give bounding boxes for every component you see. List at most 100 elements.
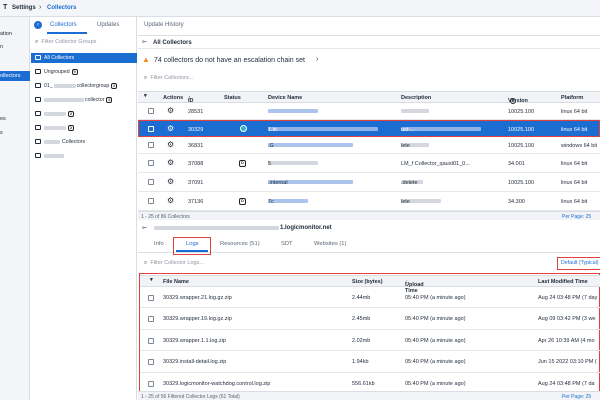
collector-search[interactable]: ⌕ Filter Collectors...: [144, 75, 193, 82]
tab-updates[interactable]: Updates: [97, 22, 119, 28]
folder-icon: [35, 55, 41, 60]
row-checkbox[interactable]: [148, 359, 154, 365]
col-actions: Actions: [163, 95, 184, 101]
top-bar: T Settings › Collectors: [0, 0, 600, 17]
group-item[interactable]: 2: [31, 123, 137, 133]
col-size[interactable]: Size (bytes): [352, 279, 383, 285]
row-checkbox[interactable]: [148, 126, 154, 132]
logs-count: 1 - 25 of 56 Filtered Collector Logs (61…: [141, 394, 240, 400]
col-file-name[interactable]: File Name: [163, 279, 189, 285]
gear-icon[interactable]: ⚙: [167, 196, 174, 205]
col-description[interactable]: Description: [401, 95, 431, 101]
per-page-select[interactable]: Per Page: 25: [562, 214, 591, 220]
left-nav: ation n ollectors es s: [0, 17, 30, 400]
count-badge: 2: [68, 124, 74, 131]
group-item[interactable]: [31, 151, 137, 161]
folder-icon: [35, 111, 41, 116]
folder-icon: [35, 83, 41, 88]
count-badge: 9: [71, 68, 78, 75]
tab-sdt[interactable]: SDT: [281, 241, 293, 247]
redacted-text: [44, 111, 66, 116]
row-checkbox[interactable]: [148, 338, 154, 344]
nav-item[interactable]: es: [0, 116, 6, 122]
row-checkbox[interactable]: [148, 198, 154, 204]
group-item-all-collectors[interactable]: All Collectors: [31, 53, 137, 63]
gear-icon[interactable]: ⚙: [167, 158, 174, 167]
col-status[interactable]: Status: [224, 95, 241, 101]
row-checkbox[interactable]: [148, 295, 154, 301]
folder-icon: [35, 97, 41, 102]
escalation-alert[interactable]: ▲ 74 collectors do not have an escalatio…: [138, 54, 600, 68]
group-item[interactable]: Ungrouped 9: [31, 67, 137, 77]
table-row[interactable]: 30329.wrapper.21.log.gz.zip 2.44mb 05:40…: [140, 287, 600, 308]
group-item[interactable]: collector 2: [31, 95, 137, 105]
breadcrumb-collectors[interactable]: Collectors: [47, 5, 76, 11]
table-row[interactable]: 30329.install-detail.log.zip 1.94kb 05:4…: [140, 351, 600, 373]
row-checkbox[interactable]: [148, 160, 154, 166]
default-sort-select[interactable]: Default (Typical): [561, 260, 598, 266]
alert-text: 74 collectors do not have an escalation …: [154, 57, 305, 64]
group-search-input[interactable]: Filter Collector Groups: [41, 39, 96, 45]
collectors-count: 1 - 25 of 86 Collectors: [141, 214, 190, 220]
search-icon: ⌕: [35, 39, 39, 45]
tab-update-history[interactable]: Update History: [144, 22, 184, 28]
redacted-text: [44, 97, 84, 102]
logs-search-input[interactable]: Filter Collector Logs...: [150, 260, 204, 266]
count-badge: 2: [68, 110, 74, 117]
collapse-panel-icon[interactable]: ‹: [34, 21, 42, 29]
table-row[interactable]: 30329.wrapper.1.1.log.zip 2.02mb 05:40 P…: [140, 330, 600, 351]
tab-info[interactable]: Info: [154, 241, 164, 247]
select-all-icon[interactable]: ▾: [144, 93, 147, 99]
nav-item[interactable]: n: [0, 44, 3, 50]
collectors-footer: 1 - 25 of 86 Collectors Per Page: 25: [138, 211, 600, 220]
status-badge-icon: D: [239, 198, 246, 205]
col-device-name[interactable]: Device Name: [268, 95, 302, 101]
logs-per-page-select[interactable]: Per Page: 25: [562, 394, 591, 400]
table-row[interactable]: ⚙ 28531 10025.100 linux 64 bit: [138, 103, 600, 120]
col-upload-time[interactable]: Upload Time ↓: [405, 279, 424, 294]
tab-collectors[interactable]: Collectors: [50, 22, 77, 28]
tab-active-indicator: [47, 32, 87, 34]
tab-websites[interactable]: Websites (1): [314, 241, 346, 247]
row-checkbox[interactable]: [148, 142, 154, 148]
group-item[interactable]: 2: [31, 109, 137, 119]
redacted-text: [44, 125, 66, 130]
logs-table-header: ▾ File Name Size (bytes) Upload Time ↓ L…: [140, 275, 600, 294]
col-id[interactable]: ID ↑: [188, 95, 194, 104]
table-row[interactable]: ⚙ 37136 D 7c lete 34.300 linux 64 bit: [138, 192, 600, 211]
table-row-selected[interactable]: ⚙ 30329 1.lo ust-... 10025.100 linux 64 …: [138, 120, 600, 137]
col-last-modified[interactable]: Last Modified Time: [538, 279, 588, 285]
warning-icon: ▲: [142, 55, 150, 64]
gear-icon[interactable]: ⚙: [167, 106, 174, 115]
row-checkbox[interactable]: [148, 108, 154, 114]
tab-resources[interactable]: Resources (51): [220, 241, 260, 247]
breadcrumb-settings[interactable]: Settings: [12, 5, 36, 11]
redacted-text: [44, 153, 64, 158]
col-platform[interactable]: Platform: [561, 95, 583, 101]
group-search[interactable]: ⌕ Filter Collector Groups: [35, 39, 96, 46]
row-checkbox[interactable]: [148, 316, 154, 322]
nav-item[interactable]: ation: [0, 31, 12, 37]
table-row[interactable]: ⚙ 37088 D 5 LM_f Collector_qaust01_0... …: [138, 154, 600, 173]
nav-item-collectors[interactable]: ollectors: [0, 71, 30, 81]
table-row[interactable]: ⚙ 36831 .G lete 10025.100 windows 64 bit: [138, 137, 600, 154]
gear-icon[interactable]: ⚙: [167, 124, 174, 133]
gear-icon[interactable]: ⚙: [167, 177, 174, 186]
collectors-table-header: ▾ Actions ID ↑ Status Device Name Descri…: [138, 91, 600, 104]
collector-search-input[interactable]: Filter Collectors...: [150, 75, 193, 81]
nav-item[interactable]: s: [0, 130, 3, 136]
chevron-right-icon: ›: [39, 4, 42, 11]
row-checkbox[interactable]: [148, 179, 154, 185]
group-item[interactable]: 01_ collectorgroup 2: [31, 81, 137, 91]
detail-host: 1.logicmonitor.net: [280, 225, 332, 231]
count-badge: 2: [106, 96, 113, 103]
folder-link-icon: ⟜: [142, 39, 147, 45]
row-checkbox[interactable]: [148, 381, 154, 387]
app-logo-fragment: T: [3, 4, 8, 11]
table-row[interactable]: 30329.wrapper.19.log.gz.zip 2.45mb 05:40…: [140, 308, 600, 330]
group-item[interactable]: Collectors: [31, 137, 137, 147]
select-all-icon[interactable]: ▾: [150, 277, 153, 283]
logs-search[interactable]: ⌕ Filter Collector Logs...: [144, 260, 204, 267]
table-row[interactable]: ⚙ 37091 .internal .delete 10025.100 linu…: [138, 173, 600, 192]
gear-icon[interactable]: ⚙: [167, 140, 174, 149]
